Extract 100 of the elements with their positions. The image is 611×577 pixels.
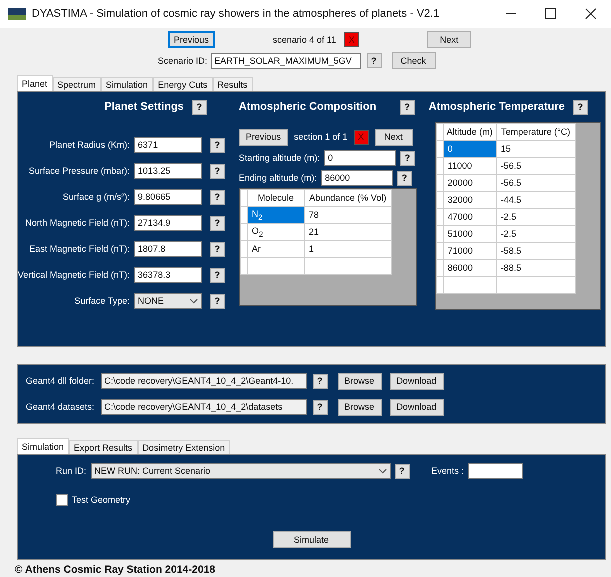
table-cell[interactable]: -56.5 xyxy=(496,174,576,192)
scenario-id-label: Scenario ID: xyxy=(158,56,208,66)
input-field[interactable]: 27134.9 xyxy=(134,215,202,231)
tab[interactable]: Export Results xyxy=(69,440,138,454)
section-counter: section 1 of 1 xyxy=(294,132,348,142)
table-cell[interactable]: -2.5 xyxy=(496,208,576,226)
input-field[interactable]: 1013.25 xyxy=(134,163,202,179)
section-title: Atmospheric Composition xyxy=(239,101,377,113)
help-button[interactable]: ? xyxy=(210,294,226,308)
simulate-button[interactable]: Simulate xyxy=(272,531,350,548)
next-button[interactable]: Next xyxy=(374,128,413,146)
field-label: Geant4 dll folder: xyxy=(26,375,95,388)
table-cell[interactable]: 0 xyxy=(443,140,496,158)
help-button[interactable]: ? xyxy=(312,374,328,388)
field-label: North Magnetic Field (nT): xyxy=(26,218,130,228)
input-field[interactable]: 6371 xyxy=(134,137,202,153)
checkbox[interactable] xyxy=(56,494,68,506)
table-cell[interactable]: 47000 xyxy=(443,208,496,226)
table-cell[interactable]: 86000 xyxy=(443,260,496,276)
table-cell[interactable]: -56.5 xyxy=(496,158,576,174)
help-button[interactable]: ? xyxy=(400,150,416,166)
app-logo-icon xyxy=(8,8,26,20)
field-label: Planet Radius (Km): xyxy=(50,140,130,150)
field-label: Events : xyxy=(432,466,464,476)
maximize-icon[interactable] xyxy=(545,8,557,20)
help-button[interactable]: ? xyxy=(210,268,226,282)
scenario-id-field[interactable]: EARTH_SOLAR_MAXIMUM_5GV xyxy=(210,52,361,68)
field-label: Surface g (m/s²): xyxy=(63,192,130,202)
table-cell[interactable]: N$_{2}$ xyxy=(248,206,305,224)
help-button[interactable]: ? xyxy=(573,100,588,114)
dropdown[interactable]: NONE xyxy=(134,293,202,309)
table-cell[interactable]: -2.5 xyxy=(496,226,576,242)
help-button[interactable]: ? xyxy=(312,400,328,414)
table-cell[interactable]: 1 xyxy=(304,240,392,258)
run-dropdown[interactable]: NEW RUN: Current Scenario xyxy=(90,463,391,479)
field-label: Geant4 datasets: xyxy=(26,401,95,414)
help-button[interactable]: ? xyxy=(210,190,226,204)
input-field[interactable]: 0 xyxy=(324,150,396,166)
help-button[interactable]: ? xyxy=(210,138,226,152)
table-cell[interactable]: 15 xyxy=(496,140,576,158)
field-label: Ending altitude (m): xyxy=(239,173,318,183)
help-button[interactable]: ? xyxy=(394,464,410,478)
section-title: Planet Settings xyxy=(104,101,184,113)
previous-button[interactable]: Previous xyxy=(168,31,216,48)
column-header: Temperature (°C) xyxy=(496,124,576,140)
field-label: Starting altitude (m): xyxy=(239,153,320,163)
table-cell[interactable]: Ar xyxy=(248,240,305,258)
help-button[interactable]: ? xyxy=(210,216,226,230)
tab[interactable]: Results xyxy=(212,77,253,91)
input-field[interactable]: 86000 xyxy=(321,170,394,186)
table-cell[interactable]: -44.5 xyxy=(496,192,576,208)
table-cell[interactable]: 32000 xyxy=(443,192,496,208)
column-header: Abundance (% Vol) xyxy=(304,190,392,206)
caret-icon xyxy=(190,298,198,304)
browse-button[interactable]: Browse xyxy=(338,398,382,416)
table-cell[interactable]: -58.5 xyxy=(496,242,576,260)
table-cell[interactable]: 71000 xyxy=(443,242,496,260)
tab[interactable]: Dosimetry Extension xyxy=(138,440,230,454)
table-cell[interactable]: O$_{2}$ xyxy=(248,224,305,240)
download-button[interactable]: Download xyxy=(390,372,444,390)
input-field[interactable]: 1807.8 xyxy=(134,241,202,257)
previous-button[interactable]: Previous xyxy=(239,128,288,146)
help-button[interactable]: ? xyxy=(366,53,382,68)
table-cell[interactable]: 20000 xyxy=(443,174,496,192)
field-label: Surface Pressure (mbar): xyxy=(29,166,130,176)
browse-button[interactable]: Browse xyxy=(338,372,382,390)
table-cell[interactable]: 21 xyxy=(304,224,392,240)
help-button[interactable]: ? xyxy=(192,100,208,114)
table-cell[interactable]: 78 xyxy=(304,206,392,224)
help-button[interactable]: ? xyxy=(210,242,226,256)
help-button[interactable]: ? xyxy=(397,170,412,186)
input-field[interactable]: 9.80665 xyxy=(134,189,202,205)
path-field[interactable]: C:\code recovery\GEANT4_10_4_2\datasets xyxy=(100,399,307,415)
copyright-text: © Athens Cosmic Ray Station 2014-2018 xyxy=(14,563,217,576)
download-button[interactable]: Download xyxy=(390,398,444,416)
tab[interactable]: Simulation xyxy=(17,438,70,454)
checkbox-label: Test Geometry xyxy=(72,495,131,505)
tab[interactable]: Spectrum xyxy=(52,77,102,91)
field-label: Run ID: xyxy=(56,466,87,476)
tab[interactable]: Energy Cuts xyxy=(153,77,213,91)
check-button[interactable]: Check xyxy=(392,52,436,69)
input-field[interactable]: 36378.3 xyxy=(134,267,202,283)
tab[interactable]: Planet xyxy=(17,75,53,91)
table-cell[interactable]: 51000 xyxy=(443,226,496,242)
field-label: Vertical Magnetic Field (nT): xyxy=(18,270,130,280)
table-cell[interactable]: -88.5 xyxy=(496,260,576,276)
window-title: DYASTIMA - Simulation of cosmic ray showers in the atmospheres of planets - V2.1 xyxy=(32,8,441,20)
field-label: Surface Type: xyxy=(74,296,130,306)
close-icon[interactable] xyxy=(585,8,597,20)
path-field[interactable]: C:\code recovery\GEANT4_10_4_2\Geant4-10. xyxy=(100,373,307,389)
events-field[interactable] xyxy=(468,463,524,479)
scenario-counter: scenario 4 of 11 xyxy=(273,34,336,44)
help-button[interactable]: ? xyxy=(210,164,226,178)
tab[interactable]: Simulation xyxy=(101,77,154,91)
next-button[interactable]: Next xyxy=(427,31,472,48)
section-title: Atmospheric Temperature xyxy=(428,101,566,113)
caret-icon xyxy=(378,468,387,474)
table-cell[interactable]: 11000 xyxy=(443,158,496,174)
field-label: East Magnetic Field (nT): xyxy=(30,244,130,254)
help-button[interactable]: ? xyxy=(400,100,415,114)
